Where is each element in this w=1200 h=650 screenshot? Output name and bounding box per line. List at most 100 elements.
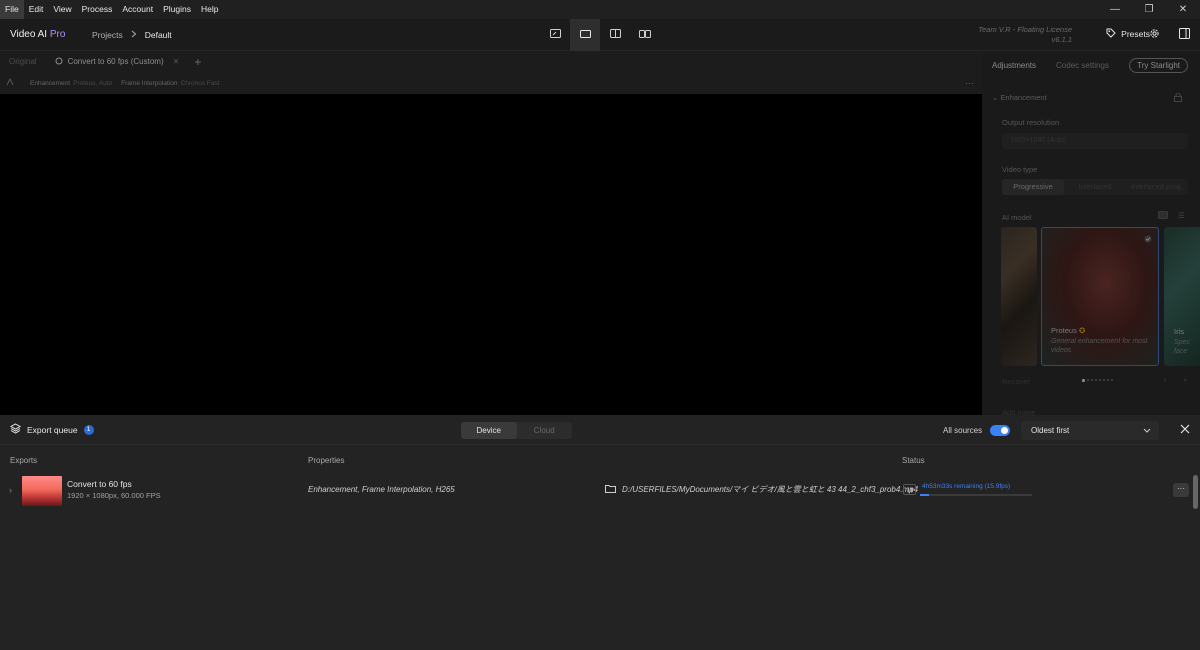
export-queue-header: Export queue 1 Device Cloud All sources … [0, 415, 1200, 445]
menu-view[interactable]: View [48, 0, 76, 19]
gear-icon [1149, 28, 1160, 42]
sort-select[interactable]: Oldest first [1021, 421, 1159, 440]
app-edition: Pro [49, 29, 66, 40]
adjustments-panel: Adjustments Codec settings Try Starlight… [982, 51, 1200, 417]
carousel-dot[interactable] [1091, 379, 1093, 381]
more-options-icon[interactable]: ··· [965, 78, 974, 88]
carousel-prev-icon[interactable]: ‹ [1164, 375, 1167, 384]
list-view-icon[interactable]: ☰ [1178, 211, 1185, 220]
seg-cloud[interactable]: Cloud [517, 422, 573, 439]
progress-bar [920, 494, 1032, 496]
close-queue-button[interactable] [1176, 421, 1194, 439]
restore-button[interactable]: ❐ [1132, 0, 1166, 19]
menu-plugins[interactable]: Plugins [158, 0, 196, 19]
carousel-dot[interactable] [1099, 379, 1101, 381]
menu-account[interactable]: Account [117, 0, 158, 19]
model-carousel: Proteus ✪ General enhancement for most v… [1001, 227, 1200, 366]
tab-convert-60fps[interactable]: Convert to 60 fps (Custom) ✕ [46, 51, 189, 72]
status-text: 4h53m33s remaining (15.9fps) [922, 483, 1011, 490]
col-properties: Properties [308, 456, 345, 465]
carousel-dot[interactable] [1095, 379, 1097, 381]
chevron-right-icon [131, 30, 137, 40]
layers-icon [9, 423, 22, 436]
seg-device[interactable]: Device [461, 422, 517, 439]
model-card-iris[interactable]: Iris Spec face [1164, 227, 1200, 366]
enhancement-value: Proteus, Auto [73, 79, 113, 87]
presets-button[interactable]: Presets [1106, 28, 1150, 40]
model-iris-desc: Spec face [1174, 339, 1190, 355]
output-path[interactable]: D:/USERFILES/MyDocuments/マイ ビデオ/風と雲と虹と 4… [605, 484, 918, 495]
close-tab-icon[interactable]: ✕ [173, 57, 180, 66]
carousel-dot[interactable] [1107, 379, 1109, 381]
carousel-next-icon[interactable]: › [1184, 375, 1187, 384]
model-iris-name: Iris [1174, 327, 1184, 336]
license-text: Team V.R - Floating License [978, 25, 1072, 34]
video-preview[interactable] [0, 94, 982, 415]
expand-row-icon[interactable]: › [9, 485, 12, 495]
output-resolution-select[interactable]: 1920×1080 (Auto) [1002, 133, 1188, 149]
add-tab-button[interactable]: + [188, 55, 207, 69]
model-card-prev[interactable] [1001, 227, 1037, 366]
carousel-dot[interactable] [1103, 379, 1105, 381]
enhancement-label: Enhancement [30, 79, 71, 87]
settings-button[interactable] [1146, 27, 1162, 43]
toggle-panel-button[interactable] [1176, 27, 1192, 43]
view-split-button[interactable] [600, 19, 630, 51]
output-path-text: D:/USERFILES/MyDocuments/マイ ビデオ/風と雲と虹と 4… [622, 485, 919, 494]
breadcrumb-projects[interactable]: Projects [92, 30, 123, 40]
close-window-button[interactable]: ✕ [1166, 0, 1200, 19]
view-single-button[interactable] [570, 19, 600, 51]
vt-progressive[interactable]: Progressive [1002, 179, 1064, 195]
carousel-dot[interactable] [1111, 379, 1113, 381]
model-proteus-desc: General enhancement for most videos [1051, 338, 1148, 354]
tab-adjustments[interactable]: Adjustments [982, 61, 1046, 70]
carousel-dot[interactable] [1082, 379, 1085, 382]
presets-icon [1106, 28, 1116, 40]
menu-help[interactable]: Help [196, 0, 223, 19]
check-icon [1144, 234, 1152, 246]
pause-button[interactable] [903, 484, 916, 495]
grid-view-icon[interactable] [1158, 211, 1168, 221]
model-card-proteus[interactable]: Proteus ✪ General enhancement for most v… [1041, 227, 1159, 366]
menu-edit[interactable]: Edit [24, 0, 49, 19]
view-side-by-side-button[interactable] [630, 19, 660, 51]
row-more-button[interactable]: ··· [1173, 483, 1189, 497]
vt-interlaced-progressive[interactable]: Interlaced prog. [1126, 179, 1188, 195]
export-title: Convert to 60 fps [67, 479, 132, 489]
compare-icon[interactable] [6, 77, 14, 88]
window-controls: — ❐ ✕ [1098, 0, 1200, 19]
video-type-segment: Progressive Interlaced Interlaced prog. [1002, 179, 1188, 195]
try-starlight-button[interactable]: Try Starlight [1129, 58, 1188, 73]
minimize-button[interactable]: — [1098, 0, 1132, 19]
export-properties: Enhancement, Frame Interpolation, H265 [308, 485, 455, 494]
menu-process[interactable]: Process [77, 0, 118, 19]
col-status: Status [902, 456, 925, 465]
tab-original[interactable]: Original [0, 51, 46, 72]
lock-icon[interactable] [1174, 92, 1182, 104]
breadcrumb-default[interactable]: Default [145, 30, 172, 40]
video-thumbnail [22, 476, 62, 506]
app-name-text: Video AI [10, 29, 48, 40]
all-sources-toggle[interactable] [990, 425, 1010, 436]
preview-tabs: Original Convert to 60 fps (Custom) ✕ + [0, 51, 982, 72]
export-queue-label: Export queue [27, 424, 78, 435]
output-resolution-label: Output resolution [1002, 118, 1060, 127]
export-queue-panel: Export queue 1 Device Cloud All sources … [0, 415, 1200, 650]
menu-file[interactable]: File [0, 0, 24, 19]
device-cloud-toggle: Device Cloud [461, 422, 572, 439]
preset-icon [55, 57, 63, 67]
enhancement-section[interactable]: ⌄ Enhancement [992, 93, 1047, 102]
enhancement-heading: Enhancement [1000, 93, 1047, 102]
progress-fill [920, 494, 929, 496]
table-row[interactable]: › Convert to 60 fps 1920 × 1080px, 60.00… [0, 474, 1200, 508]
view-crop-button[interactable] [540, 19, 570, 51]
vt-interlaced[interactable]: Interlaced [1064, 179, 1126, 195]
tab-original-label: Original [9, 57, 37, 66]
queue-scrollbar[interactable] [1193, 475, 1198, 509]
tab-codec-settings[interactable]: Codec settings [1046, 61, 1119, 70]
menu-bar: File Edit View Process Account Plugins H… [0, 0, 1200, 19]
folder-icon [605, 484, 616, 495]
crop-view-icon [549, 29, 561, 41]
carousel-dot[interactable] [1087, 379, 1089, 381]
breadcrumb: Projects Default [92, 30, 172, 40]
